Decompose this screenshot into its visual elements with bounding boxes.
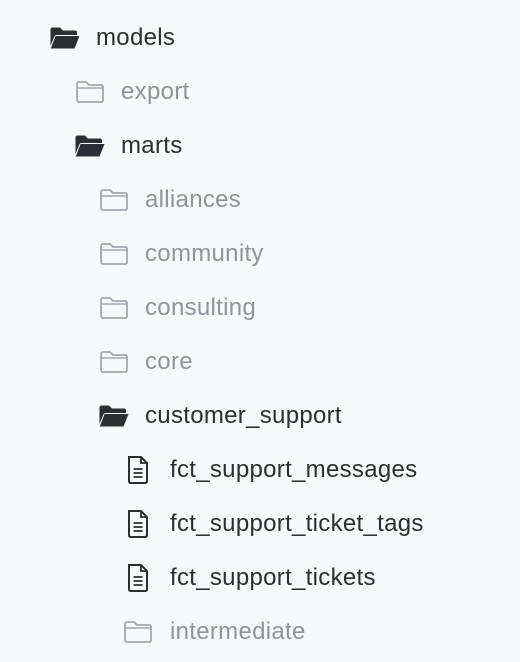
tree-item-label: core: [145, 348, 193, 375]
tree-item-customer-support[interactable]: customer_support: [0, 389, 520, 443]
folder-open-icon: [74, 131, 106, 161]
file-text-icon: [122, 509, 154, 539]
tree-item-label: fct_support_tickets: [170, 564, 376, 591]
folder-icon: [98, 347, 130, 377]
file-text-icon: [122, 455, 154, 485]
tree-item-intermediate[interactable]: intermediate: [0, 605, 520, 659]
tree-item-fct-support-tickets[interactable]: fct_support_tickets: [0, 551, 520, 605]
folder-open-icon: [49, 23, 81, 53]
tree-item-community[interactable]: community: [0, 227, 520, 281]
folder-icon: [98, 239, 130, 269]
tree-item-label: alliances: [145, 186, 242, 213]
folder-icon: [98, 185, 130, 215]
folder-icon: [74, 77, 106, 107]
tree-item-fct-support-ticket-tags[interactable]: fct_support_ticket_tags: [0, 497, 520, 551]
tree-item-consulting[interactable]: consulting: [0, 281, 520, 335]
folder-icon: [122, 617, 154, 647]
tree-item-label: marts: [121, 132, 183, 159]
tree-item-models[interactable]: models: [0, 11, 520, 65]
file-tree: models export marts alliances community …: [0, 0, 520, 662]
folder-icon: [98, 293, 130, 323]
tree-item-label: community: [145, 240, 264, 267]
tree-item-core[interactable]: core: [0, 335, 520, 389]
tree-item-label: intermediate: [170, 618, 306, 645]
tree-item-marts[interactable]: marts: [0, 119, 520, 173]
tree-item-label: customer_support: [145, 402, 342, 429]
tree-item-label: models: [96, 24, 176, 51]
tree-item-fct-support-messages[interactable]: fct_support_messages: [0, 443, 520, 497]
tree-item-alliances[interactable]: alliances: [0, 173, 520, 227]
folder-open-icon: [98, 401, 130, 431]
tree-item-export[interactable]: export: [0, 65, 520, 119]
tree-item-label: consulting: [145, 294, 257, 321]
file-text-icon: [122, 563, 154, 593]
tree-item-label: fct_support_ticket_tags: [170, 510, 424, 537]
tree-item-label: fct_support_messages: [170, 456, 418, 483]
tree-item-label: export: [121, 78, 190, 105]
